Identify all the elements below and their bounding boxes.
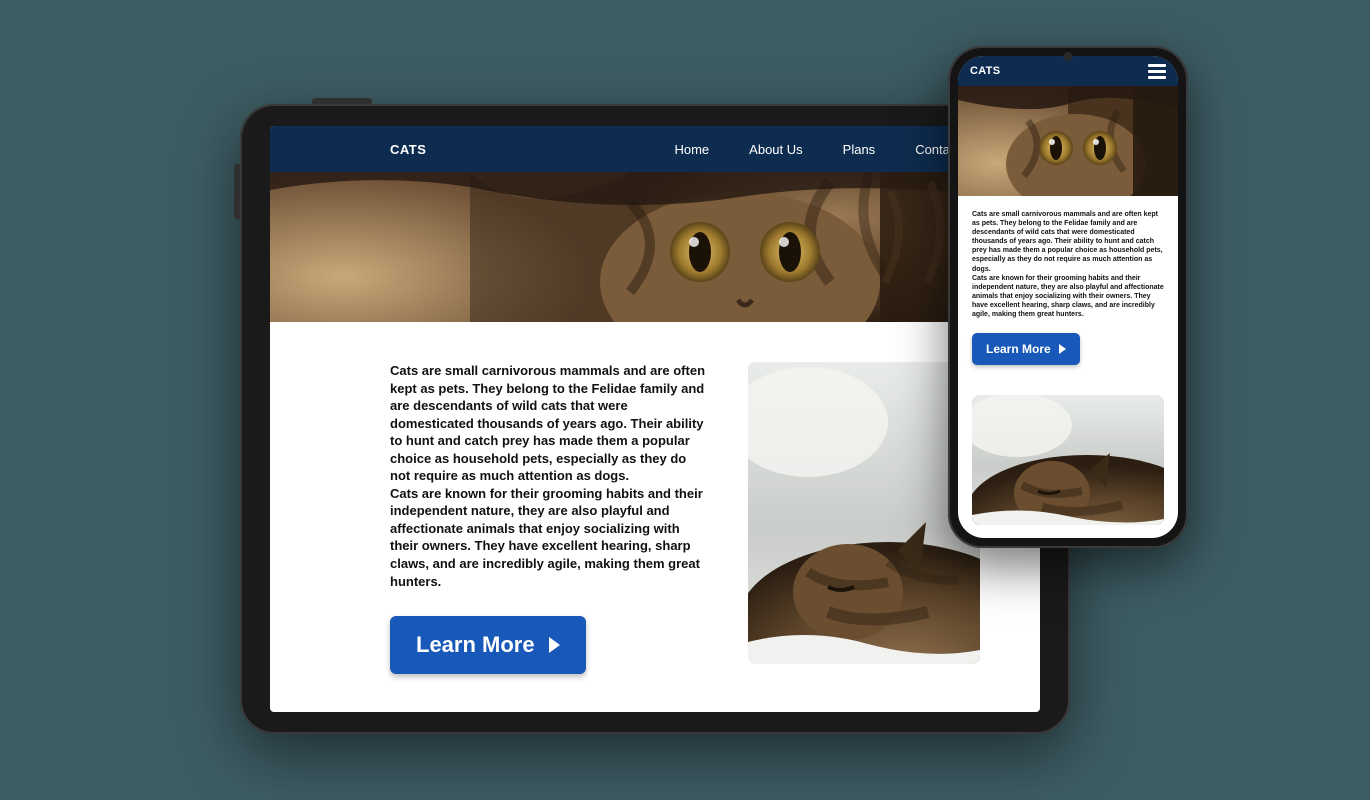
nav-about[interactable]: About Us [749,142,802,157]
tablet-side-button [234,164,240,219]
learn-more-button[interactable]: Learn More [972,333,1080,365]
play-icon [549,637,560,653]
brand-logo[interactable]: CATS [390,142,426,157]
learn-more-button[interactable]: Learn More [390,616,586,674]
tablet-device-frame: CATS Home About Us Plans Contact [240,104,1070,734]
play-icon [1059,344,1066,354]
nav-plans[interactable]: Plans [843,142,876,157]
article-paragraph-2: Cats are known for their grooming habits… [390,485,708,590]
learn-more-label: Learn More [416,630,535,660]
phone-article: Cats are small carnivorous mammals and a… [958,196,1178,375]
hamburger-menu-icon[interactable] [1148,64,1166,79]
nav-home[interactable]: Home [674,142,709,157]
article-paragraph-1: Cats are small carnivorous mammals and a… [972,210,1164,274]
tablet-header: CATS Home About Us Plans Contact [270,126,1040,172]
tablet-body: Cats are small carnivorous mammals and a… [270,322,1040,704]
phone-device-frame: CATS [948,46,1188,548]
brand-logo[interactable]: CATS [970,65,1000,77]
phone-screen: CATS [958,56,1178,538]
tablet-screen: CATS Home About Us Plans Contact [270,126,1040,712]
phone-camera-notch [1064,52,1073,61]
tablet-side-image [748,362,980,664]
phone-side-image [972,395,1164,525]
article-paragraph-1: Cats are small carnivorous mammals and a… [390,362,708,485]
tablet-article: Cats are small carnivorous mammals and a… [390,362,708,674]
article-paragraph-2: Cats are known for their grooming habits… [972,274,1164,319]
tablet-top-button [312,98,372,104]
tablet-hero-image [270,172,1040,322]
phone-hero-image [958,86,1178,196]
learn-more-label: Learn More [986,342,1051,356]
tablet-nav: Home About Us Plans Contact [674,142,960,157]
